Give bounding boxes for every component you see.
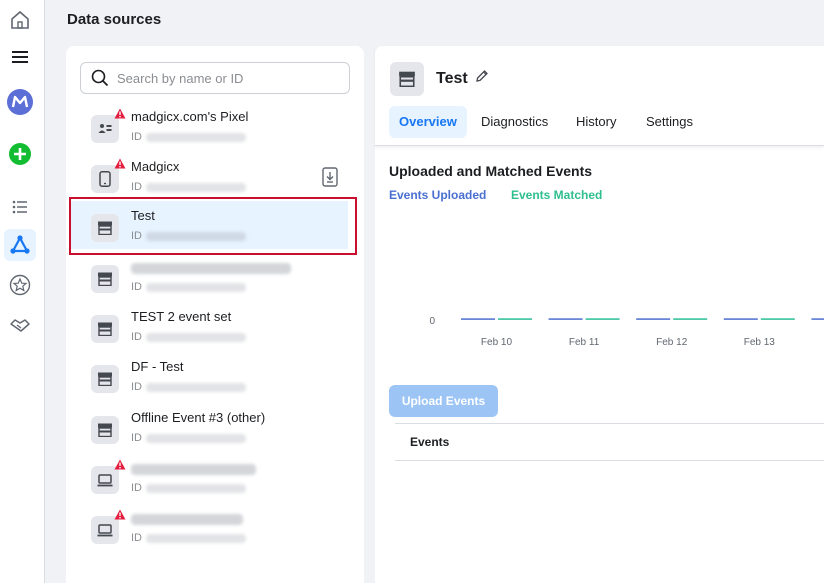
list-icon[interactable] xyxy=(4,191,36,223)
redacted-id xyxy=(146,283,246,292)
source-name: TEST 2 event set xyxy=(131,309,231,324)
list-item[interactable]: ID xyxy=(70,453,348,501)
download-to-device-icon[interactable] xyxy=(322,167,338,187)
source-name: Offline Event #3 (other) xyxy=(131,410,265,425)
redacted-id xyxy=(146,484,246,493)
warning-icon xyxy=(114,459,126,470)
redacted-source-name xyxy=(131,464,256,475)
detail-header: Test Overview Diagnostics History Settin… xyxy=(375,46,824,146)
search-input[interactable] xyxy=(117,71,337,86)
offline-store-icon xyxy=(91,315,119,343)
list-item[interactable]: DF - Test ID xyxy=(70,352,348,400)
pixel-icon xyxy=(91,115,119,143)
source-id-label: ID xyxy=(131,230,142,242)
list-item[interactable]: Offline Event #3 (other) ID xyxy=(70,403,348,451)
detail-title: Test xyxy=(436,70,468,88)
upload-events-button[interactable]: Upload Events xyxy=(389,385,498,417)
legend-events-matched[interactable]: Events Matched xyxy=(511,188,602,202)
source-id-label: ID xyxy=(131,432,142,444)
search-icon xyxy=(91,69,109,87)
page-title: Data sources xyxy=(67,11,161,28)
redacted-id xyxy=(146,434,246,443)
menu-icon[interactable] xyxy=(4,41,36,73)
offline-store-icon xyxy=(91,365,119,393)
account-avatar[interactable] xyxy=(4,86,36,118)
source-name: DF - Test xyxy=(131,359,184,374)
source-name: madgicx.com's Pixel xyxy=(131,109,248,124)
source-id-label: ID xyxy=(131,331,142,343)
pencil-edit-icon[interactable] xyxy=(475,69,489,83)
partners-handshake-icon[interactable] xyxy=(4,309,36,341)
warning-icon xyxy=(114,108,126,119)
chart-bar[interactable] xyxy=(761,318,795,320)
list-item[interactable]: madgicx.com's Pixel ID xyxy=(70,102,348,150)
x-tick-label: Feb 11 xyxy=(569,337,600,348)
source-id-label: ID xyxy=(131,181,142,193)
legend-events-uploaded[interactable]: Events Uploaded xyxy=(389,188,486,202)
divider xyxy=(395,423,824,424)
events-chart: 0 Feb 10 Feb 11 Feb 12 Feb 13 xyxy=(389,206,824,356)
warning-icon xyxy=(114,158,126,169)
x-tick-label: Feb 12 xyxy=(656,337,688,348)
data-sources-icon[interactable] xyxy=(4,229,36,261)
offline-store-icon xyxy=(390,62,424,96)
y-tick-label: 0 xyxy=(429,316,435,327)
source-id-label: ID xyxy=(131,532,142,544)
events-column-header: Events xyxy=(410,435,449,449)
list-item-selected[interactable]: Test ID xyxy=(70,201,348,249)
redacted-id xyxy=(146,333,246,342)
home-icon[interactable] xyxy=(4,4,36,36)
chart-section-title: Uploaded and Matched Events xyxy=(389,163,592,179)
source-id-label: ID xyxy=(131,131,142,143)
chart-bar[interactable] xyxy=(724,318,758,320)
redacted-id xyxy=(146,133,246,142)
chart-bar[interactable] xyxy=(461,318,495,320)
chart-bar-clipped xyxy=(811,318,824,320)
offline-store-icon xyxy=(91,265,119,293)
redacted-id xyxy=(146,534,246,543)
chart-bar[interactable] xyxy=(498,318,532,320)
list-item[interactable]: ID xyxy=(70,503,348,551)
chart-bar[interactable] xyxy=(636,318,670,320)
list-item[interactable]: TEST 2 event set ID xyxy=(70,302,348,350)
warning-icon xyxy=(114,509,126,520)
redacted-id xyxy=(146,383,246,392)
chart-bar[interactable] xyxy=(586,318,620,320)
chart-bar[interactable] xyxy=(673,318,707,320)
redacted-id xyxy=(146,232,246,241)
redacted-source-name xyxy=(131,263,291,274)
desktop-icon xyxy=(91,466,119,494)
source-name: Test xyxy=(131,208,155,223)
nav-rail xyxy=(0,0,45,583)
data-source-list-panel: madgicx.com's Pixel ID Madgicx ID Test I… xyxy=(66,46,364,583)
list-item[interactable]: Madgicx ID xyxy=(70,152,348,200)
tab-history[interactable]: History xyxy=(566,106,626,138)
tab-overview[interactable]: Overview xyxy=(389,106,467,138)
tab-settings[interactable]: Settings xyxy=(636,106,703,138)
chart-bar[interactable] xyxy=(549,318,583,320)
tab-diagnostics[interactable]: Diagnostics xyxy=(471,106,558,138)
search-box[interactable] xyxy=(80,62,350,94)
redacted-id xyxy=(146,183,246,192)
divider xyxy=(395,460,824,461)
x-tick-label: Feb 10 xyxy=(481,337,513,348)
x-tick-label: Feb 13 xyxy=(744,337,776,348)
source-id-label: ID xyxy=(131,281,142,293)
offline-store-icon xyxy=(91,214,119,242)
star-icon[interactable] xyxy=(4,269,36,301)
offline-store-icon xyxy=(91,416,119,444)
data-source-detail-panel: Test Overview Diagnostics History Settin… xyxy=(375,46,824,583)
mobile-app-icon xyxy=(91,165,119,193)
redacted-source-name xyxy=(131,514,243,525)
desktop-icon xyxy=(91,516,119,544)
add-icon[interactable] xyxy=(4,138,36,170)
source-name: Madgicx xyxy=(131,159,179,174)
list-item[interactable]: ID xyxy=(70,252,348,300)
source-id-label: ID xyxy=(131,381,142,393)
source-id-label: ID xyxy=(131,482,142,494)
